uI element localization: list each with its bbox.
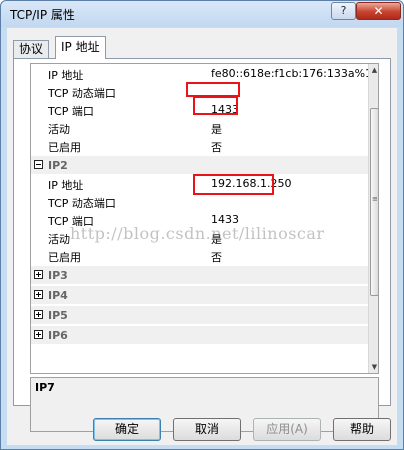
scroll-grip-icon: ≡ — [372, 195, 378, 203]
category-label: IP6 — [48, 329, 68, 342]
cancel-button[interactable]: 取消 — [173, 418, 241, 441]
scroll-down-icon[interactable]: ▼ — [369, 361, 378, 373]
title-bar[interactable]: TCP/IP 属性 ? ✕ — [1, 1, 403, 27]
scroll-thumb[interactable]: ≡ — [370, 108, 378, 296]
category-row-ip4[interactable]: IP4 — [31, 286, 369, 304]
category-label: IP5 — [48, 309, 68, 322]
property-value[interactable]: fe80::618e:f1cb:176:133a%11 — [211, 67, 378, 80]
expand-icon[interactable] — [34, 310, 43, 319]
highlight-box-ip-address — [193, 174, 274, 195]
tab-protocol[interactable]: 协议 — [13, 40, 50, 58]
property-value[interactable]: 否 — [211, 139, 222, 155]
property-value[interactable]: 是 — [211, 121, 222, 137]
property-name: TCP 端口 — [48, 105, 94, 118]
tab-ip-address[interactable]: IP 地址 — [55, 36, 106, 59]
help-button[interactable]: 帮助 — [333, 418, 391, 441]
property-row[interactable]: IP 地址 fe80::618e:f1cb:176:133a%11 — [31, 64, 378, 82]
help-title-button[interactable]: ? — [331, 2, 356, 20]
property-row[interactable]: 已启用 否 — [31, 136, 369, 154]
category-row-ip6[interactable]: IP6 — [31, 326, 369, 344]
description-title: IP7 — [35, 381, 55, 394]
watermark: http://blog.csdn.net/lilinoscar — [70, 224, 325, 243]
expand-icon[interactable] — [34, 290, 43, 299]
property-name: IP 地址 — [48, 69, 84, 82]
property-name: TCP 动态端口 — [48, 87, 116, 100]
category-label: IP3 — [48, 269, 68, 282]
expand-icon[interactable] — [34, 270, 43, 279]
property-row[interactable]: 活动 是 — [31, 118, 369, 136]
window-title: TCP/IP 属性 — [10, 8, 75, 22]
close-button[interactable]: ✕ — [356, 2, 401, 20]
apply-button[interactable]: 应用(A) — [253, 418, 321, 441]
highlight-box-tcp-port — [193, 96, 238, 115]
property-name: 已启用 — [48, 141, 81, 154]
category-row-ip3[interactable]: IP3 — [31, 266, 369, 284]
vertical-scrollbar[interactable]: ▲ ≡ ▼ — [368, 64, 378, 373]
property-value[interactable]: 否 — [211, 249, 222, 265]
property-name: IP 地址 — [48, 179, 84, 192]
ok-button[interactable]: 确定 — [93, 418, 161, 441]
property-name: 已启用 — [48, 251, 81, 264]
property-name: 活动 — [48, 123, 70, 136]
category-row-ip2[interactable]: IP2 — [31, 156, 369, 174]
expand-icon[interactable] — [34, 330, 43, 339]
scroll-up-icon[interactable]: ▲ — [369, 64, 378, 76]
collapse-icon[interactable] — [34, 160, 43, 169]
property-name: 活动 — [48, 233, 70, 246]
category-label: IP2 — [48, 159, 68, 172]
category-row-ip5[interactable]: IP5 — [31, 306, 369, 324]
property-name: TCP 动态端口 — [48, 197, 116, 210]
property-row[interactable]: 已启用 否 — [31, 246, 369, 264]
highlight-box-dynamic-port — [186, 82, 240, 97]
category-label: IP4 — [48, 289, 68, 302]
